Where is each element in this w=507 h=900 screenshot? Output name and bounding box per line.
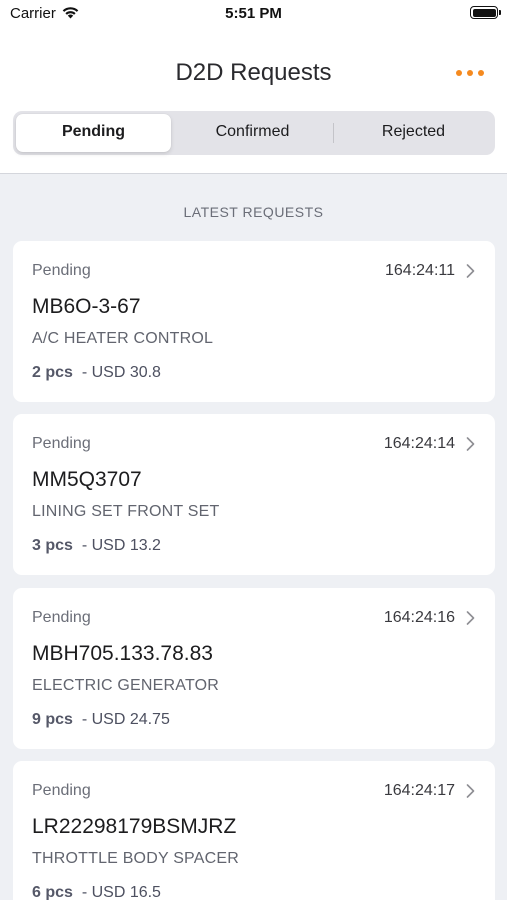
ellipsis-dot: [467, 70, 473, 76]
chevron-right-icon: [466, 264, 475, 278]
battery-icon: [470, 6, 498, 19]
request-quantity: 3 pcs: [32, 537, 73, 554]
request-status: Pending: [32, 435, 91, 452]
request-time: 164:24:11: [385, 262, 455, 279]
request-card[interactable]: Pending 164:24:14 MM5Q3707 LINING SET FR…: [13, 414, 495, 575]
tab-rejected[interactable]: Rejected: [336, 123, 491, 141]
segment-divider: [333, 123, 334, 143]
tab-confirmed[interactable]: Confirmed: [175, 123, 330, 141]
request-quantity-price: 9 pcs - USD 24.75: [32, 711, 170, 729]
requests-list[interactable]: LATEST REQUESTS Pending 164:24:11 MB6O-3…: [0, 173, 507, 900]
request-part-code: MBH705.133.78.83: [32, 642, 213, 665]
request-card[interactable]: Pending 164:24:17 LR22298179BSMJRZ THROT…: [13, 761, 495, 900]
tab-pending-label[interactable]: Pending: [16, 123, 171, 141]
request-part-code: MM5Q3707: [32, 468, 142, 491]
request-description: A/C HEATER CONTROL: [32, 330, 214, 347]
ellipsis-icon: [456, 70, 462, 76]
ellipsis-dot: [478, 70, 484, 76]
request-price: - USD 16.5: [81, 884, 161, 900]
page-title: D2D Requests: [175, 59, 332, 86]
request-description: ELECTRIC GENERATOR: [32, 677, 220, 694]
request-quantity: 9 pcs: [32, 711, 73, 728]
request-description: THROTTLE BODY SPACER: [32, 850, 239, 867]
clock-time: 5:51 PM: [225, 5, 282, 22]
status-bar: Carrier 5:51 PM: [0, 0, 507, 30]
request-status: Pending: [32, 262, 91, 279]
request-quantity: 6 pcs: [32, 884, 73, 900]
more-options-button[interactable]: [456, 66, 484, 80]
request-price: - USD 24.75: [81, 711, 170, 728]
chevron-right-icon: [466, 437, 475, 451]
request-part-code: MB6O-3-67: [32, 295, 141, 318]
request-description: LINING SET FRONT SET: [32, 503, 220, 520]
navigation-bar: D2D Requests: [0, 30, 507, 110]
request-price: - USD 13.2: [81, 537, 161, 554]
request-time: 164:24:14: [383, 435, 455, 452]
request-quantity-price: 2 pcs - USD 30.8: [32, 364, 161, 382]
request-status: Pending: [32, 782, 91, 799]
request-time: 164:24:17: [383, 782, 455, 799]
request-time: 164:24:16: [383, 609, 455, 626]
request-quantity-price: 6 pcs - USD 16.5: [32, 884, 161, 900]
request-status: Pending: [32, 609, 91, 626]
battery-tip: [499, 10, 501, 15]
chevron-right-icon: [466, 784, 475, 798]
chevron-right-icon: [466, 611, 475, 625]
status-segmented-control: Pending Confirmed Rejected: [13, 111, 495, 155]
request-card[interactable]: Pending 164:24:16 MBH705.133.78.83 ELECT…: [13, 588, 495, 749]
request-quantity-price: 3 pcs - USD 13.2: [32, 537, 161, 555]
request-quantity: 2 pcs: [32, 364, 73, 381]
request-price: - USD 30.8: [81, 364, 161, 381]
request-part-code: LR22298179BSMJRZ: [32, 815, 237, 838]
request-card[interactable]: Pending 164:24:11 MB6O-3-67 A/C HEATER C…: [13, 241, 495, 402]
section-header: LATEST REQUESTS: [183, 204, 324, 220]
